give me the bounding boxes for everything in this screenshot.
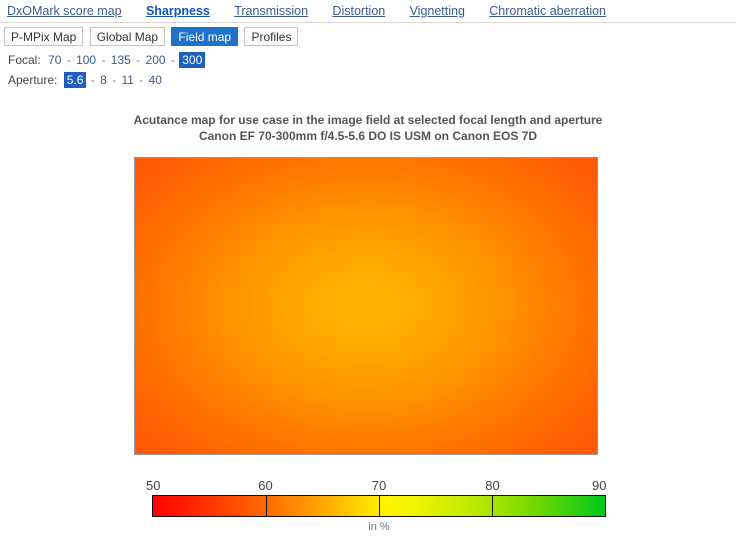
chart-title-line-1: Acutance map for use case in the image f…: [133, 113, 603, 127]
aperture-label: Aperture:: [8, 73, 58, 87]
legend-divider-60: [266, 496, 267, 516]
focal-separator: -: [170, 53, 175, 67]
focal-option-200[interactable]: 200: [145, 53, 167, 67]
main-navigation: DxOMark score map Sharpness Transmission…: [0, 0, 736, 23]
tab-p-mpix-map[interactable]: P-MPix Map: [4, 27, 84, 46]
aperture-separator: -: [139, 73, 144, 87]
legend-divider-80: [492, 496, 493, 516]
focal-separator: -: [66, 53, 71, 67]
aperture-option-11[interactable]: 11: [120, 73, 134, 87]
focal-option-135[interactable]: 135: [110, 53, 132, 67]
legend-gradient-bar: [152, 495, 606, 517]
legend-tick-50: 50: [146, 478, 161, 493]
focal-option-100[interactable]: 100: [75, 53, 97, 67]
tab-field-map[interactable]: Field map: [171, 27, 239, 46]
color-scale-legend: 50 60 70 80 90 in %: [146, 478, 607, 533]
legend-tick-80: 80: [485, 478, 500, 493]
aperture-separator: -: [112, 73, 117, 87]
focal-length-selector: Focal: 70 - 100 - 135 - 200 - 300: [8, 52, 206, 68]
sub-tab-bar: P-MPix Map Global Map Field map Profiles: [4, 27, 301, 46]
acutance-field-map: [134, 157, 598, 455]
nav-link-transmission[interactable]: Transmission: [234, 0, 308, 22]
nav-link-vignetting[interactable]: Vignetting: [410, 0, 465, 22]
aperture-option-8[interactable]: 8: [99, 73, 108, 87]
tab-global-map[interactable]: Global Map: [89, 27, 166, 46]
legend-tick-90: 90: [592, 478, 607, 493]
nav-link-chromatic-aberration[interactable]: Chromatic aberration: [489, 0, 606, 22]
focal-label: Focal:: [8, 53, 41, 67]
focal-separator: -: [101, 53, 106, 67]
nav-link-distortion[interactable]: Distortion: [332, 0, 385, 22]
legend-divider-70: [379, 496, 380, 516]
aperture-separator: -: [90, 73, 95, 87]
tab-profiles[interactable]: Profiles: [244, 27, 299, 46]
focal-option-70[interactable]: 70: [47, 53, 62, 67]
chart-title-line-2: Canon EF 70-300mm f/4.5-5.6 DO IS USM on…: [198, 129, 538, 143]
aperture-selector: Aperture: 5.6 - 8 - 11 - 40: [8, 72, 163, 88]
nav-link-sharpness[interactable]: Sharpness: [146, 0, 210, 22]
chart-title: Acutance map for use case in the image f…: [0, 112, 736, 144]
aperture-option-5-6[interactable]: 5.6: [63, 72, 87, 88]
legend-unit-label: in %: [368, 521, 390, 533]
focal-option-300[interactable]: 300: [179, 52, 206, 68]
focal-separator: -: [136, 53, 141, 67]
legend-tick-60: 60: [258, 478, 273, 493]
legend-tick-70: 70: [371, 478, 387, 493]
legend-tick-labels: 50 60 70 80 90: [146, 478, 607, 495]
aperture-option-40[interactable]: 40: [148, 73, 163, 87]
nav-link-dxomark-score-map[interactable]: DxOMark score map: [7, 0, 122, 22]
